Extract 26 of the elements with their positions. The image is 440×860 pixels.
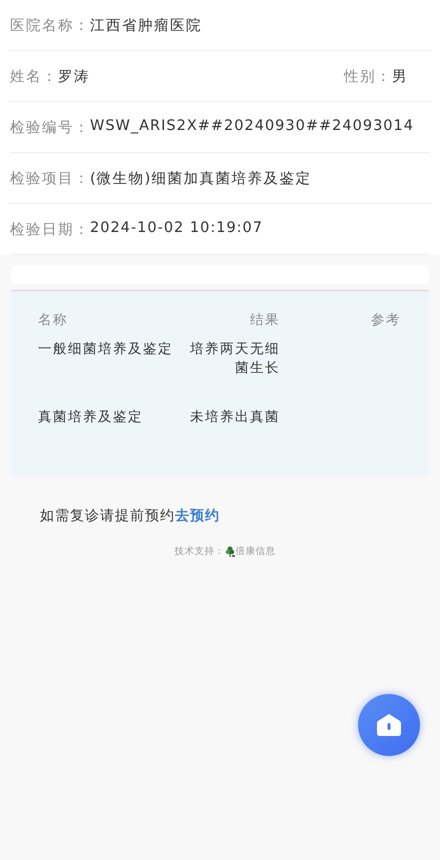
company-name: 倍康信息	[236, 545, 276, 558]
table-cell-text: 真菌培养及鉴定	[38, 408, 144, 427]
table-cell-text: 未培养出真菌	[189, 408, 280, 427]
column-header: 参考	[370, 311, 401, 329]
appointment-note: 如需复诊请提前预约去预约	[40, 507, 221, 525]
column-header: 名称	[38, 311, 69, 329]
table-cell-text: 一般细菌培养及鉴定	[38, 340, 174, 359]
support-label: 技术支持：	[174, 545, 224, 558]
field-label: 检验编号：	[10, 118, 90, 136]
field-value: WSW_ARIS2X##20240930##24093014	[90, 118, 414, 136]
column-header: 结果	[249, 311, 280, 329]
field-value: 罗涛	[58, 68, 90, 86]
appointment-link[interactable]: 去预约	[175, 508, 220, 524]
field-value: 男	[392, 68, 408, 86]
field-label: 检验日期：	[10, 220, 90, 238]
table-cell-text: 培养两天无细菌生长	[189, 340, 280, 378]
field-label: 姓名：	[10, 68, 58, 86]
field-value: (微生物)细菌加真菌培养及鉴定	[90, 170, 312, 188]
field-label: 医院名称：	[10, 16, 90, 34]
home-button[interactable]	[358, 694, 420, 756]
field-value: 2024-10-02 10:19:07	[90, 220, 263, 238]
tree-logo-icon	[224, 546, 236, 558]
field-value: 江西省肿瘤医院	[90, 16, 202, 34]
field-label: 检验项目：	[10, 170, 90, 188]
home-icon	[376, 713, 402, 737]
field-label: 性别：	[344, 68, 392, 86]
